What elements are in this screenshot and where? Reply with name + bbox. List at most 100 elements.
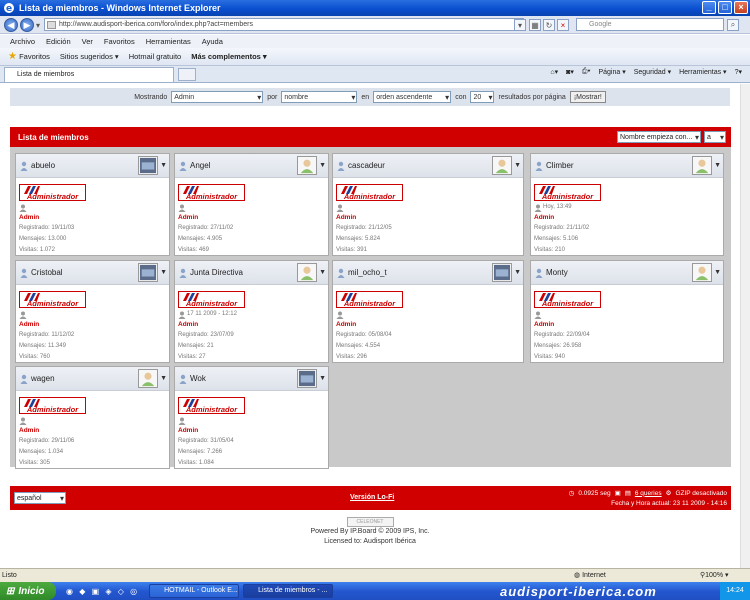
letter-select[interactable]: a [704,131,726,143]
profile-icon[interactable] [178,204,186,212]
taskbar-hotmail[interactable]: HOTMAIL - Outlook E... [149,584,240,598]
profile-icon[interactable] [336,204,344,212]
menu-edicion[interactable]: Edición [46,37,71,46]
member-visits: Visitas: 1.084 [178,460,214,466]
search-input[interactable]: Google [576,18,724,31]
menu-favoritos[interactable]: Favoritos [104,37,135,46]
profile-icon[interactable] [336,311,344,319]
member-avatar[interactable] [692,156,712,175]
profile-icon[interactable] [19,204,27,212]
member-avatar[interactable] [138,369,158,388]
name-starts-select[interactable]: Nombre empieza con... [617,131,701,143]
new-tab-button[interactable] [178,68,196,81]
language-select[interactable]: español [14,492,66,504]
member-name[interactable]: Monty [546,268,568,277]
cmd-seguridad[interactable]: Seguridad ▾ [634,68,671,76]
profile-icon[interactable] [19,311,27,319]
celeonet-logo[interactable]: CELEONET [346,517,394,527]
filter-order-select[interactable]: orden ascendente [373,91,452,103]
member-avatar[interactable] [138,263,158,282]
profile-icon[interactable] [534,311,542,319]
filter-sort-select[interactable]: nombre [281,91,358,103]
chevron-down-icon[interactable]: ▼ [319,269,326,276]
address-field[interactable]: http://www.audisport-iberica.com/foro/in… [44,18,524,31]
minimize-button[interactable]: _ [702,1,716,14]
member-avatar[interactable] [297,156,317,175]
member-avatar[interactable] [297,263,317,282]
tab-lista-de-miembros[interactable]: Lista de miembros [4,67,174,82]
fav-hotmail[interactable]: Hotmail gratuito [129,52,182,61]
member-name[interactable]: Cristobal [31,268,63,277]
member-name[interactable]: cascadeur [348,161,385,170]
show-button[interactable]: ¡Mostrar! [569,91,606,103]
member-messages: Mensajes: 5.824 [336,236,381,242]
member-name[interactable]: Wok [190,374,206,383]
member-avatar[interactable] [138,156,158,175]
address-dropdown-icon[interactable]: ▾ [514,19,526,31]
member-name[interactable]: mil_ocho_t [348,268,387,277]
home-icon[interactable]: ⌂▾ [550,68,558,76]
member-avatar[interactable] [492,156,512,175]
chevron-down-icon[interactable]: ▼ [319,162,326,169]
chevron-down-icon[interactable]: ▼ [714,162,721,169]
refresh-icon[interactable]: ↻ [543,19,555,31]
member-avatar[interactable] [692,263,712,282]
fav-sitios-sugeridos[interactable]: Sitios sugeridos ▾ [60,52,119,61]
admin-badge-text: Administrador [343,299,396,308]
start-button[interactable]: ⊞ Inicio [0,582,56,600]
maximize-button[interactable]: □ [718,1,732,14]
profile-icon[interactable] [178,417,186,425]
lofi-link[interactable]: Versión Lo-Fi [350,494,394,501]
queries-link[interactable]: 6 queries [635,490,662,497]
back-button[interactable]: ◀ [4,18,18,32]
forward-button[interactable]: ▶ [20,18,34,32]
chevron-down-icon[interactable]: ▼ [514,269,521,276]
member-name[interactable]: Junta Directiva [190,268,243,277]
chevron-down-icon[interactable]: ▼ [160,269,167,276]
fav-mas-complementos[interactable]: Más complementos ▾ [191,52,266,61]
filter-group-select[interactable]: Admin [171,91,264,103]
chevron-down-icon[interactable]: ▼ [160,375,167,382]
cmd-herramientas[interactable]: Herramientas ▾ [679,68,726,76]
member-messages: Mensajes: 4.554 [336,343,381,349]
chevron-down-icon[interactable]: ▼ [714,269,721,276]
stop-icon[interactable]: × [557,19,569,31]
menu-archivo[interactable]: Archivo [10,37,35,46]
member-name[interactable]: wagen [31,374,55,383]
zoom-control[interactable]: ⚲100% ▾ [700,569,729,582]
close-button[interactable]: × [734,1,748,14]
member-name[interactable]: Climber [546,161,574,170]
member-card: abuelo ▼ Administrador Admin Registrado: 19/… [15,153,170,256]
print-icon[interactable]: ⎙▾ [582,68,591,76]
menu-ver[interactable]: Ver [82,37,93,46]
member-avatar[interactable] [297,369,317,388]
user-icon [179,161,187,171]
member-name[interactable]: abuelo [31,161,55,170]
search-icon[interactable]: ⌕ [727,19,739,31]
filter-count-select[interactable]: 20 [470,91,495,103]
vertical-scrollbar[interactable] [740,84,750,568]
menu-ayuda[interactable]: Ayuda [202,37,223,46]
exec-time: 0.0925 seg [578,489,611,497]
cmd-pagina[interactable]: Página ▾ [598,68,625,76]
profile-icon[interactable] [178,311,186,319]
favorites-button[interactable]: ★ Favoritos [8,51,50,62]
profile-icon[interactable] [19,417,27,425]
members-title: Lista de miembros [18,132,89,142]
taskbar-lista-miembros[interactable]: Lista de miembros - ... [243,584,334,598]
member-name[interactable]: Angel [190,161,210,170]
gzip-icon: ⚙ [665,490,672,497]
quick-launch-icons[interactable]: ◉ ◆ ▣ ◈ ◇ ◎ [66,587,139,596]
user-icon [20,268,28,278]
menu-herramientas[interactable]: Herramientas [146,37,191,46]
profile-icon[interactable] [534,204,542,212]
feeds-icon[interactable]: ◙▾ [566,68,574,76]
history-dropdown-icon[interactable]: ▾ [34,19,42,31]
filter-results-label: resultados por página [498,93,566,101]
compat-icon[interactable]: ▦ [529,19,541,31]
member-avatar[interactable] [492,263,512,282]
chevron-down-icon[interactable]: ▼ [319,375,326,382]
help-icon[interactable]: ?▾ [735,68,742,76]
chevron-down-icon[interactable]: ▼ [160,162,167,169]
chevron-down-icon[interactable]: ▼ [514,162,521,169]
